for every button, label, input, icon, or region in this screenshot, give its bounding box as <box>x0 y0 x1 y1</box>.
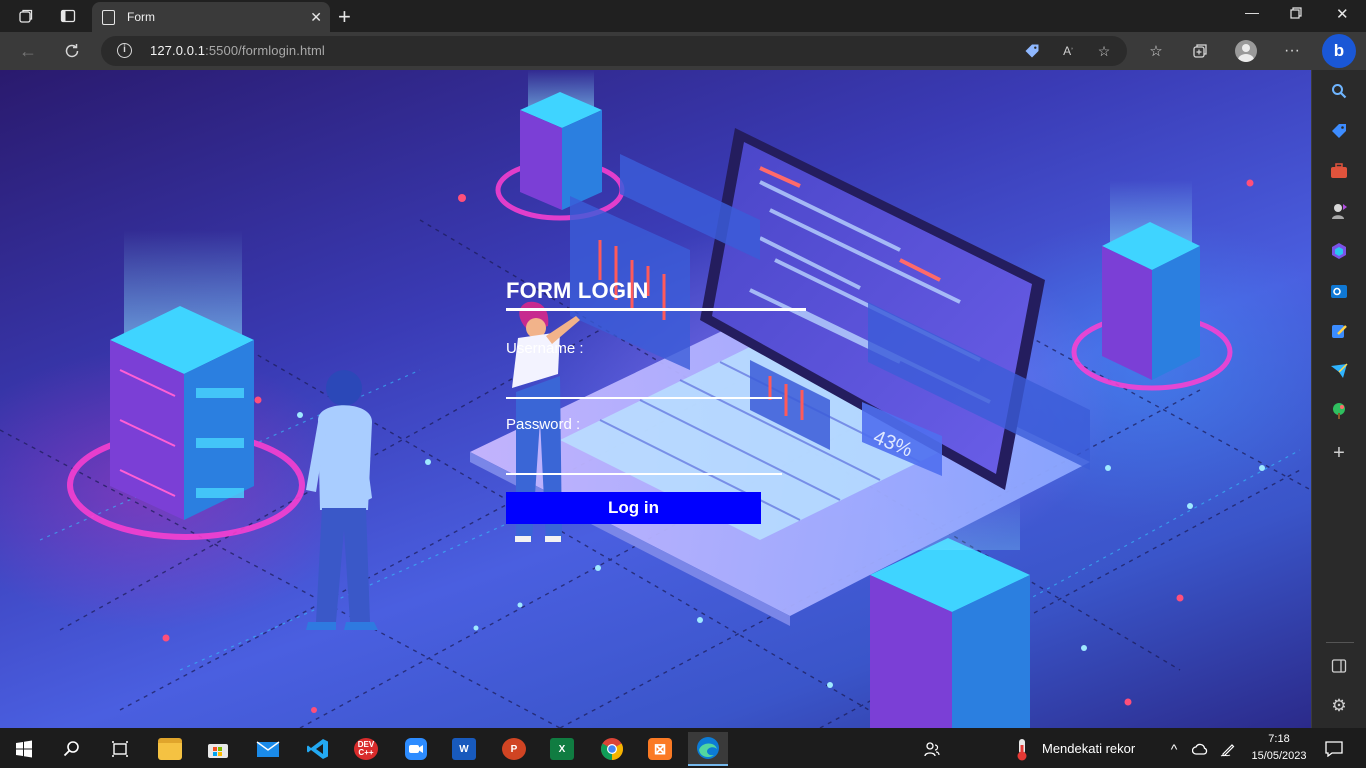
login-form: FORM LOGIN Username : Password : Log in <box>506 278 806 524</box>
clock-time: 7:18 <box>1268 733 1290 745</box>
notification-center-icon[interactable] <box>1314 732 1354 766</box>
refresh-button[interactable] <box>60 39 84 63</box>
form-title: FORM LOGIN <box>506 278 649 303</box>
microsoft-store-icon[interactable] <box>198 732 238 766</box>
site-info-icon[interactable]: i <box>117 43 132 58</box>
minimize-button[interactable]: — <box>1245 4 1259 20</box>
favorites-icon[interactable]: ☆ <box>1146 41 1166 61</box>
file-explorer-icon[interactable] <box>150 732 190 766</box>
username-label: Username : <box>506 340 584 357</box>
pen-workspace-icon[interactable] <box>1208 732 1248 766</box>
tab-title: Form <box>127 10 155 24</box>
back-button[interactable]: ← <box>16 39 40 63</box>
profile-avatar[interactable] <box>1235 40 1257 62</box>
edge-sidebar: + ⚙ <box>1311 70 1366 728</box>
start-button[interactable] <box>4 732 44 766</box>
sidebar-divider <box>1326 642 1354 643</box>
add-favorite-icon[interactable]: ☆ <box>1095 42 1113 60</box>
tab-close-icon[interactable]: ✕ <box>310 9 322 26</box>
dev-cpp-icon[interactable]: DEV C++ <box>346 732 386 766</box>
system-clock[interactable]: 7:18 15/05/2023 <box>1246 731 1312 765</box>
search-icon[interactable] <box>1329 81 1349 101</box>
xampp-icon[interactable]: ⊠ <box>640 732 680 766</box>
password-input[interactable] <box>506 449 782 475</box>
collections-icon[interactable] <box>1190 41 1210 61</box>
send-plane-icon[interactable] <box>1329 361 1349 381</box>
clock-date: 15/05/2023 <box>1251 750 1307 762</box>
coupons-tag-icon[interactable] <box>1023 42 1041 60</box>
tree-icon[interactable] <box>1329 401 1349 421</box>
drop-notes-icon[interactable] <box>1329 321 1349 341</box>
excel-icon[interactable]: X <box>542 732 582 766</box>
browser-toolbar: ← i 127.0.0.1:5500/formlogin.html Aʼ ☆ ☆… <box>0 32 1366 70</box>
browser-title-bar: Form ✕ + — ✕ <box>0 0 1366 32</box>
new-tab-button[interactable]: + <box>338 4 351 30</box>
chrome-icon[interactable] <box>592 732 632 766</box>
close-window-button[interactable]: ✕ <box>1336 5 1349 23</box>
read-aloud-icon[interactable]: Aʼ <box>1059 42 1077 60</box>
mail-icon[interactable] <box>248 732 288 766</box>
url-text[interactable]: 127.0.0.1:5500/formlogin.html <box>150 43 325 58</box>
outlook-icon[interactable] <box>1329 281 1349 301</box>
people-tray-icon[interactable] <box>912 732 952 766</box>
vscode-icon[interactable] <box>298 732 338 766</box>
edge-icon[interactable] <box>688 732 728 766</box>
username-input[interactable] <box>506 373 782 399</box>
games-icon[interactable] <box>1329 201 1349 221</box>
workspaces-icon[interactable] <box>14 4 38 28</box>
tools-briefcase-icon[interactable] <box>1329 161 1349 181</box>
page-document-icon <box>102 9 115 25</box>
address-bar[interactable]: i 127.0.0.1:5500/formlogin.html Aʼ ☆ <box>101 36 1127 66</box>
microsoft-365-icon[interactable] <box>1329 241 1349 261</box>
settings-more-icon[interactable]: ··· <box>1282 41 1302 61</box>
windows-taskbar: DEV C++ W P X ⊠ Mendekati rekor ^ 7:18 15… <box>0 728 1366 768</box>
shopping-tag-icon[interactable] <box>1329 121 1349 141</box>
zoom-icon[interactable] <box>396 732 436 766</box>
weather-text[interactable]: Mendekati rekor <box>1042 741 1135 756</box>
weather-thermometer-icon <box>1002 732 1042 766</box>
title-divider <box>506 308 806 311</box>
add-sidebar-app-icon[interactable]: + <box>1329 442 1349 464</box>
hide-sidebar-icon[interactable] <box>1329 656 1349 676</box>
tab-form[interactable]: Form ✕ <box>92 2 330 32</box>
task-view-icon[interactable] <box>100 732 140 766</box>
web-page-content: 43% FORM LOGIN Username : Password : Log… <box>0 70 1311 728</box>
isometric-tech-illustration: 43% <box>0 70 1311 728</box>
bing-chat-button[interactable]: b <box>1322 34 1356 68</box>
login-button[interactable]: Log in <box>506 492 761 524</box>
password-label: Password : <box>506 416 581 433</box>
powerpoint-icon[interactable]: P <box>494 732 534 766</box>
tab-actions-icon[interactable] <box>56 4 80 28</box>
word-icon[interactable]: W <box>444 732 484 766</box>
restore-button[interactable] <box>1290 6 1302 22</box>
taskbar-search-icon[interactable] <box>52 732 92 766</box>
sidebar-settings-gear-icon[interactable]: ⚙ <box>1329 696 1349 716</box>
